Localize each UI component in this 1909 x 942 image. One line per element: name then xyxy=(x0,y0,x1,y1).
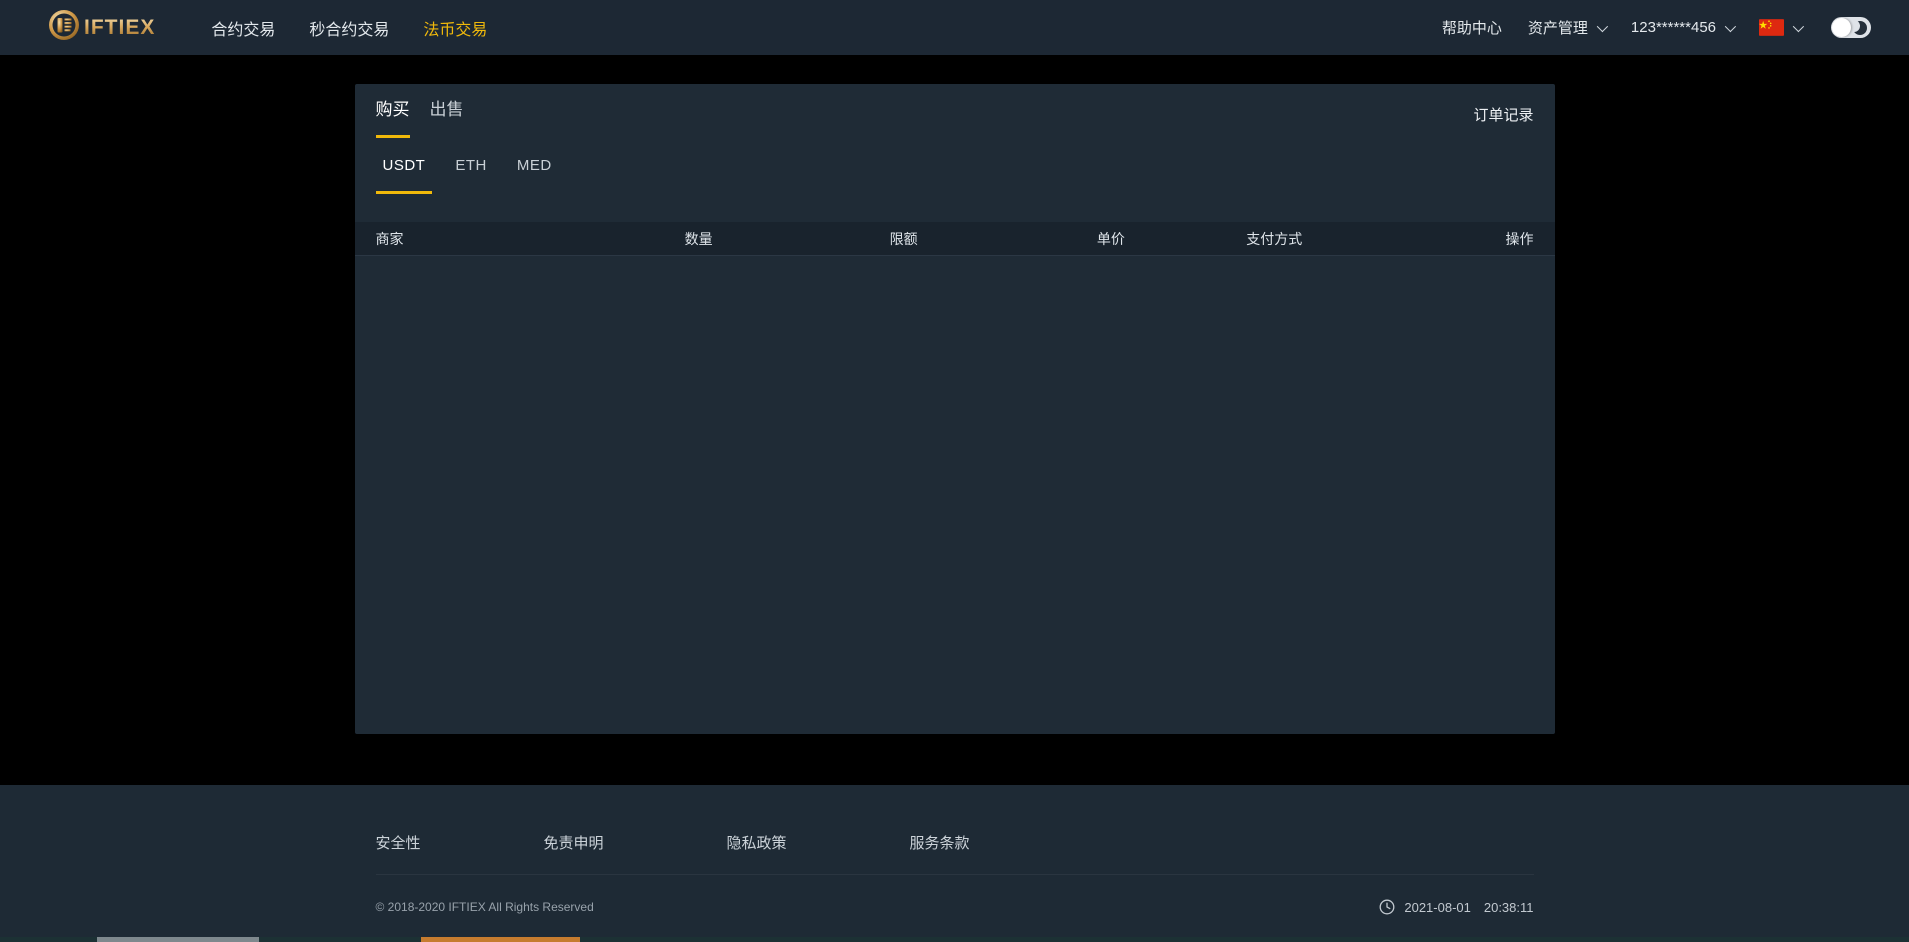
top-navbar: IFTIEX 合约交易 秒合约交易 法币交易 帮助中心 资产管理 123****… xyxy=(0,0,1909,55)
trade-tabbar: 购买 出售 订单记录 xyxy=(355,84,1555,138)
brand-name: IFTIEX xyxy=(84,16,155,40)
col-unit-price: 单价 xyxy=(1097,229,1246,249)
navbar-right: 帮助中心 资产管理 123******456 xyxy=(1442,17,1871,38)
date-text: 2021-08-01 xyxy=(1404,900,1471,915)
ticker-segment-orange xyxy=(421,937,580,942)
nav-fiat-trading[interactable]: 法币交易 xyxy=(423,16,487,40)
order-record-link[interactable]: 订单记录 xyxy=(1473,98,1533,125)
footer-link-privacy-policy[interactable]: 隐私政策 xyxy=(727,832,787,853)
ticker-segment-gray xyxy=(97,937,259,942)
chevron-down-icon xyxy=(1597,20,1608,31)
footer-links: 安全性 免责申明 隐私政策 服务条款 xyxy=(376,832,1534,853)
footer-bottom-row: © 2018-2020 IFTIEX All Rights Reserved 2… xyxy=(376,899,1534,915)
main-content: 购买 出售 订单记录 USDT ETH MED 商家 数量 限额 单价 支付方式… xyxy=(0,84,1909,734)
col-quantity: 数量 xyxy=(685,229,890,249)
moon-icon xyxy=(1853,21,1867,35)
language-menu[interactable] xyxy=(1759,19,1801,36)
copyright-text: © 2018-2020 IFTIEX All Rights Reserved xyxy=(376,900,594,914)
footer-link-disclaimer[interactable]: 免责申明 xyxy=(544,832,604,853)
page-footer: 安全性 免责申明 隐私政策 服务条款 © 2018-2020 IFTIEX Al… xyxy=(0,785,1909,942)
asset-management-label: 资产管理 xyxy=(1528,17,1588,38)
col-merchant: 商家 xyxy=(376,229,685,249)
asset-management-menu[interactable]: 资产管理 xyxy=(1528,17,1605,38)
help-center-link[interactable]: 帮助中心 xyxy=(1442,17,1502,38)
tab-med[interactable]: MED xyxy=(510,157,559,194)
col-limit: 限额 xyxy=(890,229,1097,249)
brand-logo[interactable]: IFTIEX xyxy=(48,9,155,46)
toggle-knob xyxy=(1832,18,1851,37)
coin-tabbar: USDT ETH MED xyxy=(355,138,1555,194)
main-nav: 合约交易 秒合约交易 法币交易 xyxy=(211,16,487,40)
footer-link-security[interactable]: 安全性 xyxy=(376,832,421,853)
footer-inner: 安全性 免责申明 隐私政策 服务条款 © 2018-2020 IFTIEX Al… xyxy=(355,785,1555,915)
tab-eth[interactable]: ETH xyxy=(448,157,494,194)
col-payment-method: 支付方式 xyxy=(1246,229,1442,249)
tab-buy[interactable]: 购买 xyxy=(376,98,410,138)
theme-toggle[interactable] xyxy=(1831,17,1871,38)
otc-trade-panel: 购买 出售 订单记录 USDT ETH MED 商家 数量 限额 单价 支付方式… xyxy=(355,84,1555,734)
time-text: 20:38:11 xyxy=(1484,900,1534,915)
table-body-empty xyxy=(355,256,1555,734)
chevron-down-icon xyxy=(1793,20,1804,31)
coin-logo-icon xyxy=(48,9,80,46)
footer-link-terms-of-service[interactable]: 服务条款 xyxy=(910,832,970,853)
tab-sell[interactable]: 出售 xyxy=(430,98,464,138)
nav-second-contract-trading[interactable]: 秒合约交易 xyxy=(309,16,389,40)
server-datetime: 2021-08-01 20:38:11 xyxy=(1379,899,1533,915)
footer-divider xyxy=(376,874,1534,875)
account-label: 123******456 xyxy=(1631,19,1716,36)
china-flag-icon xyxy=(1759,19,1784,36)
table-header-row: 商家 数量 限额 单价 支付方式 操作 xyxy=(355,222,1555,256)
account-menu[interactable]: 123******456 xyxy=(1631,19,1733,36)
clock-icon xyxy=(1379,899,1395,915)
col-actions: 操作 xyxy=(1442,229,1534,249)
bottom-ticker-strip xyxy=(0,937,1909,942)
nav-contract-trading[interactable]: 合约交易 xyxy=(211,16,275,40)
chevron-down-icon xyxy=(1725,20,1736,31)
tab-usdt[interactable]: USDT xyxy=(376,157,433,194)
